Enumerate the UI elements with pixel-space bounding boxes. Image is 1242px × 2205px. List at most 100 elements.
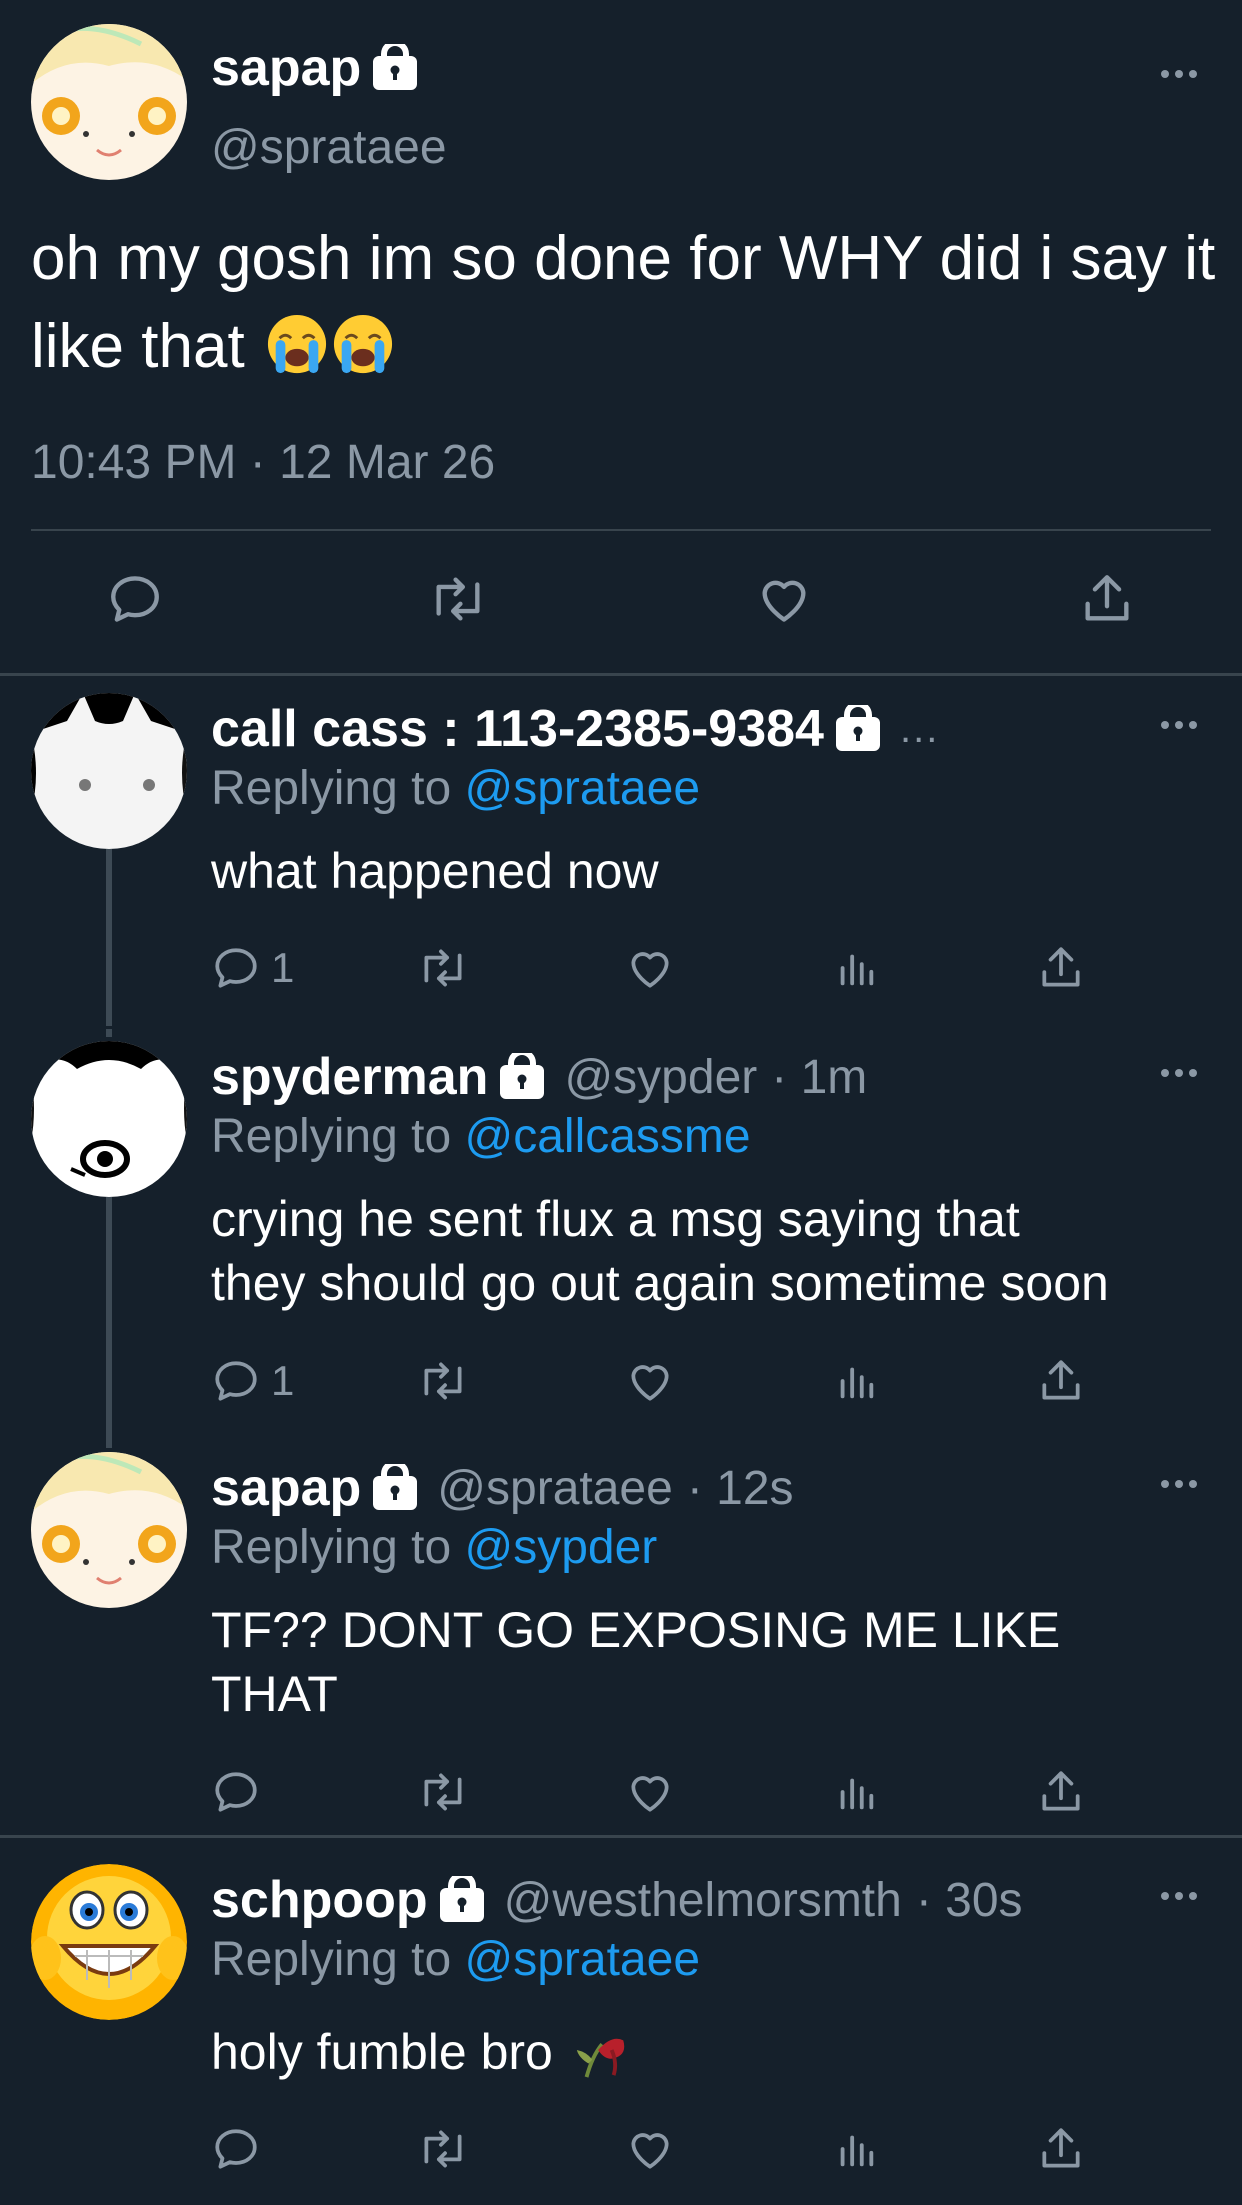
like-icon[interactable]: [754, 570, 814, 628]
author-name-line: sapap @sprataee · 12s: [211, 1458, 794, 1518]
reply-icon[interactable]: [211, 1767, 261, 1817]
share-icon[interactable]: [1036, 1356, 1086, 1406]
reply-action[interactable]: 1: [211, 943, 294, 993]
display-name[interactable]: spyderman: [211, 1047, 488, 1107]
analytics-icon[interactable]: [833, 943, 879, 993]
tweet-timestamp[interactable]: 10:43 PM · 12 Mar 26: [31, 435, 495, 490]
avatar[interactable]: [31, 1041, 187, 1197]
mention-link[interactable]: @sprataee: [464, 762, 700, 815]
more-options-icon[interactable]: [1159, 1067, 1199, 1079]
reply-icon[interactable]: [211, 2124, 261, 2174]
lock-icon: [438, 1876, 486, 1924]
retweet-icon[interactable]: [416, 1356, 470, 1406]
reply-text-line: THAT: [211, 1666, 338, 1722]
thread-line: [106, 1029, 112, 1037]
share-icon[interactable]: [1036, 1767, 1086, 1817]
divider: [0, 673, 1242, 676]
reply-icon: [215, 1361, 257, 1401]
name-truncation: ...: [899, 706, 940, 751]
like-icon[interactable]: [624, 1356, 676, 1406]
mention-link[interactable]: @sprataee: [464, 1933, 700, 1986]
more-options-icon[interactable]: [1159, 719, 1199, 731]
reply-action[interactable]: 1: [211, 1356, 294, 1406]
divider: [31, 529, 1211, 531]
reply-text-content: holy fumble bro: [211, 2024, 553, 2080]
handle[interactable]: @westhelmorsmth: [504, 1873, 902, 1928]
reply-actions: 1: [0, 943, 1242, 999]
lock-icon: [834, 705, 882, 753]
reply-tweet[interactable]: schpoop @westhelmorsmth · 30s Replying t…: [0, 1852, 1242, 2205]
avatar[interactable]: [31, 1864, 187, 2020]
display-name[interactable]: call cass : 113-2385-9384: [211, 699, 824, 759]
replying-to: Replying to @callcassme: [211, 1109, 751, 1164]
analytics-icon[interactable]: [833, 1767, 879, 1817]
divider: [0, 1835, 1242, 1838]
like-icon[interactable]: [624, 1767, 676, 1817]
like-icon[interactable]: [624, 2124, 676, 2174]
more-options-icon[interactable]: [1159, 1478, 1199, 1490]
mention-link[interactable]: @callcassme: [464, 1110, 750, 1163]
handle[interactable]: @sprataee: [211, 120, 447, 175]
analytics-icon[interactable]: [833, 1356, 879, 1406]
share-icon[interactable]: [1036, 2124, 1086, 2174]
reply-icon[interactable]: [106, 570, 164, 628]
display-name[interactable]: sapap: [211, 38, 361, 98]
reply-actions: [0, 1767, 1242, 1823]
display-name[interactable]: sapap: [211, 1458, 361, 1518]
replying-to: Replying to @sprataee: [211, 761, 700, 816]
display-name[interactable]: schpoop: [211, 1870, 428, 1930]
lock-icon: [371, 44, 419, 92]
handle-line: @sprataee: [211, 120, 447, 175]
reply-text-line: they should go out again sometime soon: [211, 1255, 1109, 1311]
time-ago: · 1m: [771, 1050, 868, 1104]
main-tweet: sapap @sprataee oh my gosh im so done fo…: [0, 0, 1242, 675]
lock-icon: [371, 1464, 419, 1512]
avatar[interactable]: [31, 693, 187, 849]
reply-text: TF?? DONT GO EXPOSING ME LIKE THAT: [211, 1598, 1221, 1726]
tweet-text: oh my gosh im so done for WHY did i say …: [31, 215, 1221, 391]
reply-tweet[interactable]: sapap @sprataee · 12s Replying to @sypde…: [0, 1440, 1242, 1836]
reply-text: crying he sent flux a msg saying that th…: [211, 1187, 1221, 1315]
reply-text: what happened now: [211, 843, 659, 899]
time-ago: · 30s: [915, 1873, 1023, 1927]
reply-text: holy fumble bro: [211, 2020, 1221, 2084]
replying-to: Replying to @sypder: [211, 1520, 657, 1575]
handle[interactable]: @sprataee: [437, 1461, 673, 1516]
reply-tweet[interactable]: spyderman @sypder · 1m Replying to @call…: [0, 1029, 1242, 1441]
reply-count: 1: [271, 944, 295, 991]
author-name-line: sapap: [211, 38, 419, 98]
reply-tweet[interactable]: call cass : 113-2385-9384 ... Replying t…: [0, 681, 1242, 1026]
mention-link[interactable]: @sypder: [464, 1521, 657, 1574]
thread-line: [106, 1440, 112, 1448]
avatar[interactable]: [31, 24, 187, 180]
reply-count: 1: [271, 1357, 295, 1404]
author-name-line: spyderman @sypder · 1m: [211, 1047, 867, 1107]
more-options-icon[interactable]: [1159, 68, 1199, 80]
replying-prefix: Replying to: [211, 1110, 452, 1163]
replying-prefix: Replying to: [211, 1521, 452, 1574]
retweet-icon[interactable]: [426, 570, 490, 628]
tweet-text-content: oh my gosh im so done for WHY did i say …: [31, 224, 1216, 381]
time-ago: · 12s: [686, 1461, 794, 1515]
reply-text-line: TF?? DONT GO EXPOSING ME LIKE: [211, 1602, 1061, 1658]
retweet-icon[interactable]: [416, 1767, 470, 1817]
handle[interactable]: @sypder: [564, 1050, 757, 1105]
reply-actions: 1: [0, 1356, 1242, 1412]
tweet-actions: [0, 570, 1242, 638]
wilted-flower-icon: [573, 2021, 631, 2079]
avatar[interactable]: [31, 1452, 187, 1608]
like-icon[interactable]: [624, 943, 676, 993]
loudly-crying-face-icon: [266, 313, 328, 375]
lock-icon: [498, 1053, 546, 1101]
author-name-line: schpoop @westhelmorsmth · 30s: [211, 1870, 1023, 1930]
analytics-icon[interactable]: [833, 2124, 879, 2174]
more-options-icon[interactable]: [1159, 1890, 1199, 1902]
author-name-line: call cass : 113-2385-9384 ...: [211, 699, 939, 759]
retweet-icon[interactable]: [416, 2124, 470, 2174]
share-icon[interactable]: [1036, 943, 1086, 993]
retweet-icon[interactable]: [416, 943, 470, 993]
thread-line: [106, 849, 112, 1026]
replying-prefix: Replying to: [211, 762, 452, 815]
reply-text-line: crying he sent flux a msg saying that: [211, 1191, 1020, 1247]
share-icon[interactable]: [1078, 570, 1136, 628]
